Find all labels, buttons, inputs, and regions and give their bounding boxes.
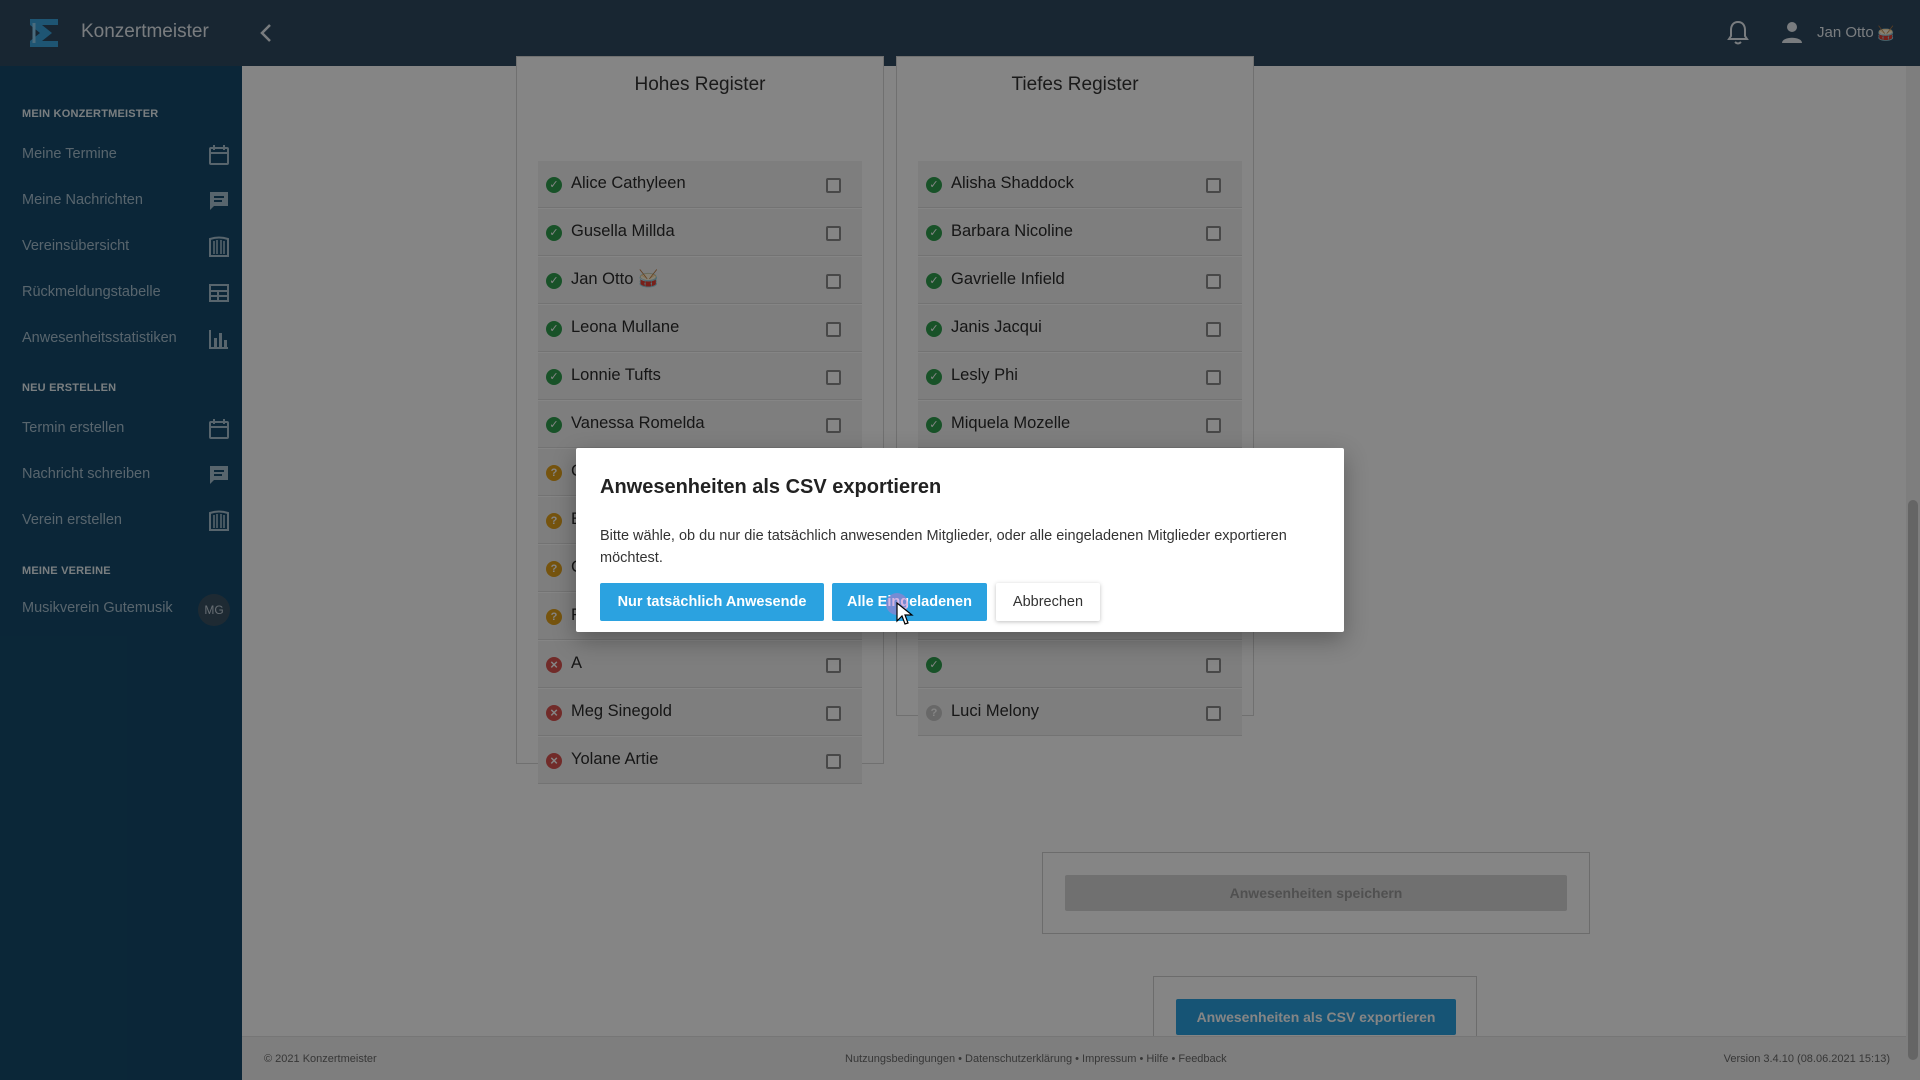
only-present-button[interactable]: Nur tatsächlich Anwesende (600, 583, 824, 621)
mouse-cursor-icon (896, 602, 914, 625)
dialog-title: Anwesenheiten als CSV exportieren (600, 476, 942, 498)
export-csv-dialog: Anwesenheiten als CSV exportieren Bitte … (576, 448, 1344, 632)
cancel-button[interactable]: Abbrechen (996, 583, 1100, 621)
dialog-text: Bitte wähle, ob du nur die tatsächlich a… (600, 528, 1287, 566)
